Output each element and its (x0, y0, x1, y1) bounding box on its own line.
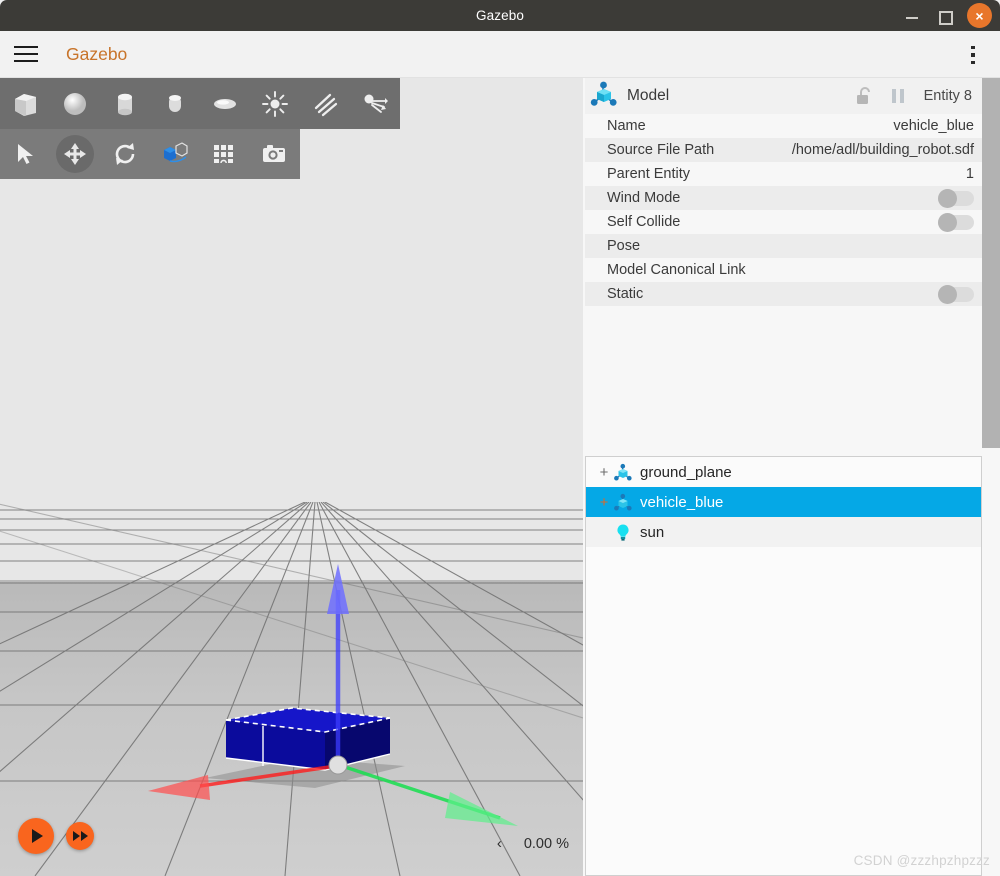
static-toggle[interactable] (938, 287, 974, 302)
model-inspector: Model Entity 8 Na (585, 78, 982, 448)
tree-item-label: vehicle_blue (640, 494, 723, 511)
property-key: Name (607, 118, 646, 134)
play-icon (32, 829, 43, 843)
sim-controls (18, 818, 94, 854)
realtime-factor-value: 0.00 % (524, 836, 569, 852)
model-cube-icon (612, 493, 634, 512)
shape-insert-toolbar (0, 78, 400, 129)
model-cube-icon (589, 80, 619, 113)
property-key: Static (607, 286, 643, 302)
camera-icon[interactable] (250, 129, 300, 179)
model-inspector-title: Model (627, 87, 669, 105)
capsule-icon[interactable] (150, 79, 200, 129)
viewport-statusbar: ‹ 0.00 % (497, 835, 569, 852)
entity-id-label: Entity 8 (924, 88, 972, 104)
unlocked-padlock-icon[interactable] (856, 86, 874, 106)
tree-item-label: ground_plane (640, 464, 732, 481)
property-row-pose[interactable]: Pose (585, 234, 982, 258)
tree-item-label: sun (640, 524, 664, 541)
self-collide-toggle[interactable] (938, 215, 974, 230)
close-button[interactable]: × (967, 3, 992, 28)
property-row-self-collide: Self Collide (585, 210, 982, 234)
property-row-wind-mode: Wind Mode (585, 186, 982, 210)
step-icon-a (73, 831, 80, 841)
entity-tree: + ground_plane + (585, 456, 982, 876)
collapse-chevron-icon[interactable]: ‹ (497, 835, 502, 852)
app-header: Gazebo (0, 31, 1000, 78)
sphere-icon[interactable] (50, 79, 100, 129)
property-value: /home/adl/building_robot.sdf (792, 142, 974, 158)
grid-icon[interactable] (200, 129, 250, 179)
property-key: Self Collide (607, 214, 680, 230)
window-title: Gazebo (476, 8, 524, 23)
property-key: Model Canonical Link (607, 262, 746, 278)
toggle-knob (938, 285, 957, 304)
vehicle-model-box[interactable] (0, 78, 583, 876)
model-inspector-header: Model Entity 8 (585, 78, 982, 114)
render-viewport[interactable]: ‹ 0.00 % (0, 78, 583, 876)
tree-item-ground-plane[interactable]: + ground_plane (586, 457, 981, 487)
property-value: vehicle_blue (893, 118, 974, 134)
window-titlebar: Gazebo × (0, 0, 1000, 31)
right-panel: Model Entity 8 Na (583, 78, 1000, 876)
property-row-parent-entity: Parent Entity 1 (585, 162, 982, 186)
property-key: Parent Entity (607, 166, 690, 182)
minimize-button[interactable] (903, 7, 921, 25)
property-row-model-canonical-link: Model Canonical Link (585, 258, 982, 282)
watermark-text: CSDN @zzzhpzhpzzz (854, 853, 990, 868)
property-key: Source File Path (607, 142, 714, 158)
model-cube-icon (612, 463, 634, 482)
kebab-menu-icon[interactable] (962, 43, 984, 67)
expander-icon[interactable]: + (596, 494, 612, 511)
box-icon[interactable] (0, 79, 50, 129)
play-button[interactable] (18, 818, 54, 854)
property-row-name: Name vehicle_blue (585, 114, 982, 138)
wind-mode-toggle[interactable] (938, 191, 974, 206)
tree-item-sun[interactable]: sun (586, 517, 981, 547)
gazebo-window: Gazebo × Gazebo (0, 0, 1000, 876)
spot-light-icon[interactable] (350, 79, 400, 129)
pause-icon[interactable] (890, 87, 906, 105)
window-controls: × (903, 0, 992, 31)
rotate-icon[interactable] (100, 129, 150, 179)
light-bulb-icon (612, 522, 634, 542)
tree-item-vehicle-blue[interactable]: + vehicle_blue (586, 487, 981, 517)
cursor-arrow-icon[interactable] (0, 129, 50, 179)
page-title: Gazebo (66, 44, 127, 65)
toggle-knob (938, 213, 957, 232)
property-value: 1 (966, 166, 974, 182)
property-row-source-file-path: Source File Path /home/adl/building_robo… (585, 138, 982, 162)
transform-tools-toolbar (0, 129, 300, 179)
maximize-button[interactable] (935, 7, 953, 25)
step-icon-b (81, 831, 88, 841)
model-properties-list: Name vehicle_blue Source File Path /home… (585, 114, 982, 306)
property-row-static: Static (585, 282, 982, 306)
property-key: Pose (607, 238, 640, 254)
expander-icon[interactable]: + (596, 464, 612, 481)
cylinder-icon[interactable] (100, 79, 150, 129)
point-light-icon[interactable] (250, 79, 300, 129)
hamburger-menu-icon[interactable] (14, 42, 42, 66)
toggle-knob (938, 189, 957, 208)
move-arrows-icon[interactable] (56, 135, 94, 173)
property-key: Wind Mode (607, 190, 680, 206)
directional-light-icon[interactable] (300, 79, 350, 129)
panel-scrollbar[interactable] (982, 78, 1000, 448)
step-forward-button[interactable] (66, 822, 94, 850)
transform-cube-icon[interactable] (150, 129, 200, 179)
ellipsoid-icon[interactable] (200, 79, 250, 129)
